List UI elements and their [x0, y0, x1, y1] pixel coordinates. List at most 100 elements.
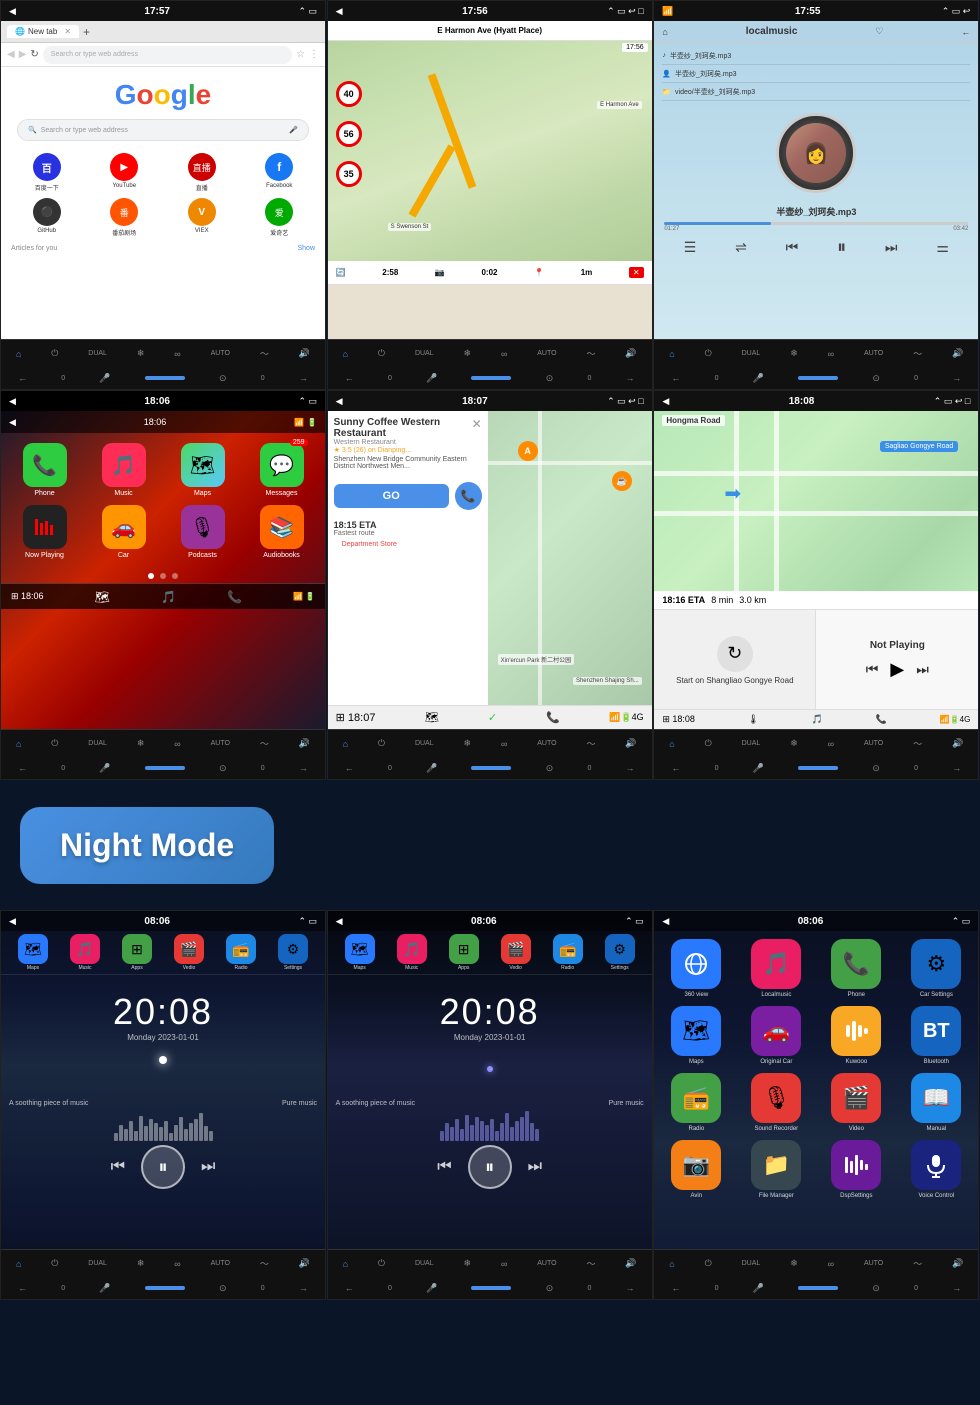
snowflake-icon-5[interactable]: ❄	[464, 738, 472, 749]
steering-n2[interactable]: ⊙	[546, 1283, 554, 1294]
home-icon-5[interactable]: ⌂	[343, 739, 348, 749]
power-icon-6[interactable]: ⏻	[705, 738, 712, 749]
night-grid-maps[interactable]: 🗺 Maps	[660, 1006, 732, 1065]
close-nav[interactable]: ✕	[629, 267, 644, 278]
steering-icon-6[interactable]: ⊙	[872, 763, 880, 774]
bookmark[interactable]: ☆	[296, 49, 305, 60]
taskbar-phone-3[interactable]: 📞	[876, 714, 887, 725]
back-nav[interactable]: ←	[18, 373, 27, 383]
back-nav-3[interactable]: ←	[671, 373, 680, 383]
tab-close[interactable]: ✕	[64, 27, 71, 36]
taskbar-phone-2[interactable]: 📞	[546, 711, 560, 724]
volume-icon-3[interactable]: 🔊	[952, 348, 963, 359]
night-prev-2[interactable]: ⏮	[437, 1158, 451, 1176]
wave-icon-n3[interactable]: 〜	[913, 1257, 922, 1270]
new-tab-btn[interactable]: +	[83, 25, 90, 39]
snowflake-icon-6[interactable]: ❄	[790, 738, 798, 749]
night-app-radio[interactable]: 📻 Radio	[226, 934, 256, 971]
app-podcasts[interactable]: 🎙 Podcasts	[167, 505, 238, 559]
poi-map[interactable]: A ☕ Xin'ercun Park 新二村公园 Shenzhen Shajin…	[488, 411, 652, 705]
shortcut-tv[interactable]: 直播 直播	[166, 153, 238, 192]
snowflake-icon[interactable]: ❄	[137, 348, 145, 359]
taskbar-music[interactable]: 🎵	[161, 590, 176, 604]
mic-icon[interactable]: 🎤	[289, 126, 298, 134]
steering-icon-3[interactable]: ⊙	[872, 373, 880, 384]
taskbar-grid[interactable]: ⊞ 18:07	[336, 711, 376, 724]
call-button[interactable]: 📞	[455, 482, 482, 510]
wave-icon-n1[interactable]: 〜	[260, 1257, 269, 1270]
night-prev-1[interactable]: ⏮	[111, 1158, 125, 1176]
back-icon-n2[interactable]: ◀	[336, 916, 343, 927]
shortcut-github[interactable]: ⚫ GitHub	[11, 198, 83, 237]
taskbar-map[interactable]: 🗺	[95, 590, 110, 604]
np-play[interactable]: ▶	[890, 659, 904, 680]
arrow-right-n2[interactable]: →	[626, 1283, 635, 1293]
steering-n3[interactable]: ⊙	[872, 1283, 880, 1294]
volume-icon-n1[interactable]: 🔊	[299, 1258, 310, 1269]
back-nav-5[interactable]: ←	[345, 763, 354, 773]
app-music[interactable]: 🎵 Music	[88, 443, 159, 497]
night-grid-phone[interactable]: 📞 Phone	[820, 939, 892, 998]
wave-icon-6[interactable]: 〜	[913, 737, 922, 750]
nav-forward[interactable]: ▶	[19, 49, 27, 60]
menu[interactable]: ⋮	[309, 49, 319, 60]
power-icon-n3[interactable]: ⏻	[705, 1258, 712, 1269]
night-grid-carsettings[interactable]: ⚙ Car Settings	[900, 939, 972, 998]
arrow-right-5[interactable]: →	[626, 763, 635, 773]
home-icon-n2[interactable]: ⌂	[343, 1259, 348, 1269]
heart-icon[interactable]: ♡	[875, 26, 883, 37]
home-icon-3[interactable]: ⌂	[669, 349, 674, 359]
power-icon-4[interactable]: ⏻	[51, 738, 58, 749]
link-icon-3[interactable]: ∞	[828, 349, 834, 359]
back-icon-5[interactable]: ◀	[336, 396, 343, 407]
taskbar-map-2[interactable]: 🗺	[425, 711, 439, 724]
night-grid-radio[interactable]: 📻 Radio	[660, 1073, 732, 1132]
steering-icon-2[interactable]: ⊙	[546, 373, 554, 384]
np-next[interactable]: ⏭	[916, 661, 929, 678]
night-grid-localmusic[interactable]: 🎵 Localmusic	[740, 939, 812, 998]
wave-icon[interactable]: 〜	[260, 347, 269, 360]
night2-app-maps[interactable]: 🗺 Maps	[345, 934, 375, 971]
snowflake-icon-n3[interactable]: ❄	[790, 1258, 798, 1269]
mic7-icon[interactable]: 🎤	[753, 763, 764, 774]
app-car[interactable]: 🚗 Car	[88, 505, 159, 559]
arrow-right-2[interactable]: →	[626, 373, 635, 383]
link-icon-n2[interactable]: ∞	[501, 1259, 507, 1269]
nav-back[interactable]: ◀	[7, 49, 15, 60]
snowflake-icon-2[interactable]: ❄	[464, 348, 472, 359]
shortcut-fanqie[interactable]: 番 番茄剧场	[89, 198, 161, 237]
poi-close[interactable]: ✕	[472, 417, 482, 431]
back-icon-6[interactable]: ◀	[662, 396, 669, 407]
night-app-vedio[interactable]: 🎬 Vedio	[174, 934, 204, 971]
arrow-right-n3[interactable]: →	[952, 1283, 961, 1293]
night-grid-kuwooo[interactable]: Kuwooo	[820, 1006, 892, 1065]
mic3-icon[interactable]: 🎤	[426, 373, 437, 384]
wave-icon-2[interactable]: 〜	[586, 347, 595, 360]
back-icon-n1[interactable]: ◀	[9, 916, 16, 927]
back-nav-2[interactable]: ←	[345, 373, 354, 383]
arrow-right-3[interactable]: →	[952, 373, 961, 383]
home-icon-2[interactable]: ⌂	[343, 349, 348, 359]
power-icon-n2[interactable]: ⏻	[378, 1258, 385, 1269]
back-icon-n3[interactable]: ◀	[662, 916, 669, 927]
arrow-right-n1[interactable]: →	[299, 1283, 308, 1293]
night-grid-voicecontrol[interactable]: Voice Control	[900, 1140, 972, 1199]
next-btn[interactable]: ⏭	[885, 239, 898, 256]
night-pause-2[interactable]: ⏸	[468, 1145, 512, 1189]
shortcut-facebook[interactable]: f Facebook	[244, 153, 316, 192]
snowflake-icon-3[interactable]: ❄	[790, 348, 798, 359]
home-icon-4[interactable]: ⌂	[16, 739, 21, 749]
go-button[interactable]: GO	[334, 484, 449, 508]
shortcut-youtube[interactable]: ▶ YouTube	[89, 153, 161, 192]
power-icon[interactable]: ⏻	[51, 348, 58, 359]
power-icon-2[interactable]: ⏻	[378, 348, 385, 359]
back-nav-4[interactable]: ←	[18, 763, 27, 773]
link-icon-n3[interactable]: ∞	[828, 1259, 834, 1269]
volume-slider-5[interactable]	[471, 766, 511, 770]
mic2-icon[interactable]: 🎤	[99, 373, 110, 384]
carnav-map[interactable]: Hongma Road Sagliao Gongye Road ➡	[654, 411, 978, 591]
night-grid-manual[interactable]: 📖 Manual	[900, 1073, 972, 1132]
wave-icon-n2[interactable]: 〜	[586, 1257, 595, 1270]
steering-icon[interactable]: ⊙	[219, 373, 227, 384]
night-app-apps[interactable]: ⊞ Apps	[122, 934, 152, 971]
